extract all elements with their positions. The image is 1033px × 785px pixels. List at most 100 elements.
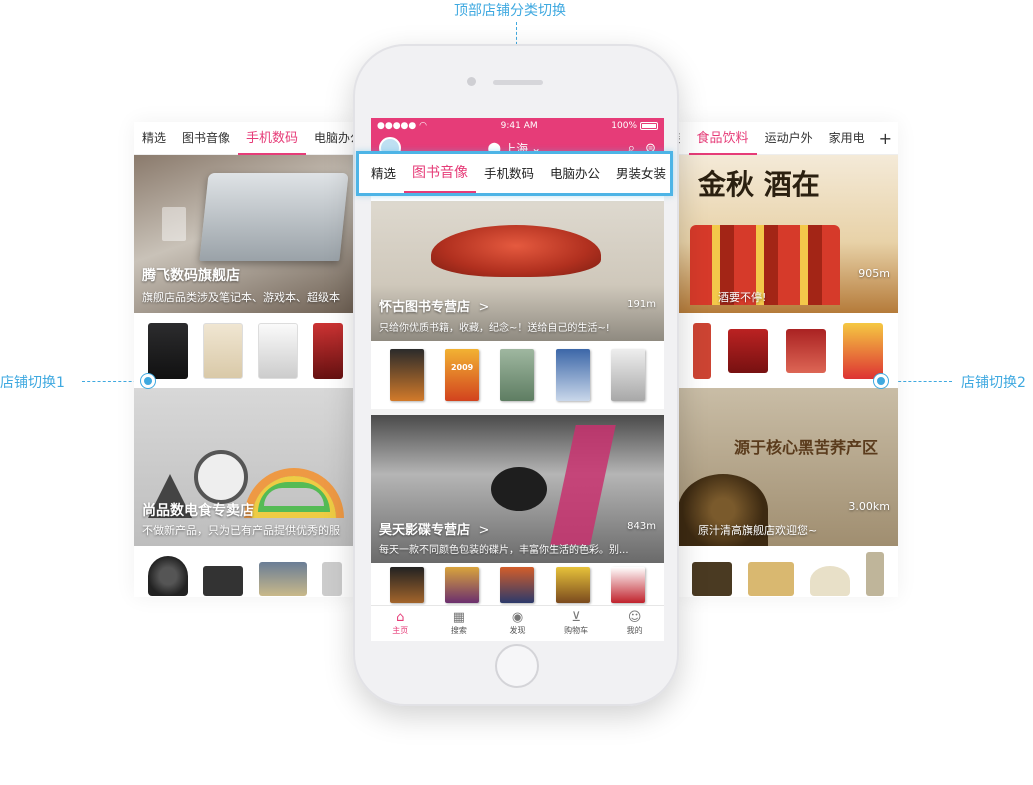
- store-title: 腾飞数码旗舰店: [142, 268, 240, 284]
- product-row-liquor: [678, 313, 898, 388]
- annotation-top-category-switch: 顶部店铺分类切换: [454, 3, 566, 19]
- right-category-tabs: 女装 食品饮料 运动户外 家用电 +: [678, 122, 898, 155]
- top-category-tabs-highlight: 精选 图书音像 手机数码 电脑办公 男装女装: [356, 151, 673, 196]
- signal-icon: ●●●●● ◠: [377, 120, 427, 131]
- store-banner-digital[interactable]: 腾飞数码旗舰店 旗舰店品类涉及笔记本、游戏本、超级本: [134, 155, 356, 313]
- right-store-screen: 女装 食品饮料 运动户外 家用电 + 金秋 酒在 905m 酒要不停! 源于核心…: [678, 122, 898, 597]
- nav-home[interactable]: ⌂ 主页: [371, 606, 430, 641]
- product-row-movies: [371, 563, 664, 603]
- product-thumb[interactable]: [810, 566, 850, 596]
- tab-food-drinks[interactable]: 食品饮料: [688, 122, 757, 155]
- laptop-image: [199, 173, 349, 261]
- product-thumb[interactable]: [500, 567, 535, 603]
- store-banner-appliance[interactable]: 尚品数电食专卖店 不做新产品，只为已有产品提供优秀的服: [134, 388, 356, 546]
- tab-featured[interactable]: 精选: [363, 154, 404, 193]
- phone-screen: ●●●●● ◠ 9:41 AM 100% ⬤ 上海 ⌄ ⌕ ⊜ 怀古图书专营店 …: [371, 118, 664, 641]
- store-subtitle: 原汁清高旗舰店欢迎您~: [698, 524, 818, 537]
- speaker: [493, 80, 543, 85]
- nav-cart[interactable]: ⊻ 购物车: [547, 606, 606, 641]
- annotation-store-switch-1: 店铺切换1: [0, 375, 65, 391]
- tab-featured[interactable]: 精选: [134, 122, 174, 155]
- product-thumb[interactable]: 2009: [445, 349, 480, 401]
- battery-percent: 100%: [611, 120, 637, 131]
- home-button[interactable]: [495, 644, 539, 688]
- tab-womens-clothing[interactable]: 女装: [678, 122, 689, 155]
- store-distance: 191m: [627, 299, 656, 310]
- product-thumb[interactable]: [203, 566, 244, 596]
- left-category-tabs: 精选 图书音像 手机数码 电脑办公: [134, 122, 356, 155]
- tab-menswear-womenswear[interactable]: 男装女装: [608, 154, 674, 193]
- dog-nose-image: [491, 467, 547, 511]
- store-subtitle: 每天一款不同颜色包装的碟片，丰富你生活的色彩。别...: [379, 545, 629, 556]
- store-title: 昊天影碟专营店 >: [379, 523, 490, 538]
- product-thumb[interactable]: [202, 322, 243, 379]
- product-thumb[interactable]: [257, 322, 298, 379]
- product-row-books: 2009: [371, 341, 664, 409]
- product-thumb[interactable]: [500, 349, 535, 401]
- store-subtitle: 只给你优质书籍，收藏，纪念~！送给自己的生活~!: [379, 323, 610, 334]
- product-thumb[interactable]: [555, 567, 590, 603]
- bottom-navigation: ⌂ 主页 ▦ 搜索 ◉ 发现 ⊻ 购物车 ☺ 我的: [371, 605, 664, 641]
- store-banner-books[interactable]: 怀古图书专营店 > 191m 只给你优质书籍，收藏，纪念~！送给自己的生活~!: [371, 201, 664, 341]
- camera: [467, 77, 476, 86]
- store-distance: 843m: [627, 521, 656, 532]
- tab-sports-outdoor[interactable]: 运动户外: [757, 122, 821, 155]
- rainbow-image: [244, 468, 344, 518]
- product-thumb[interactable]: [728, 328, 769, 373]
- product-thumb[interactable]: [785, 328, 826, 373]
- product-thumb[interactable]: [611, 567, 646, 603]
- store-switch-1-dot: [141, 374, 155, 388]
- tab-books-media[interactable]: 图书音像: [174, 122, 238, 155]
- pink-ribbon-image: [550, 425, 616, 545]
- store-banner-liquor[interactable]: 金秋 酒在 905m 酒要不停!: [678, 155, 898, 313]
- add-category-icon[interactable]: +: [873, 122, 898, 155]
- nav-search[interactable]: ▦ 搜索: [430, 606, 489, 641]
- status-time: 9:41 AM: [500, 120, 538, 131]
- store-title: 尚品数电食专卖店: [142, 503, 254, 519]
- store-title: 怀古图书专营店 >: [379, 300, 490, 315]
- product-thumb[interactable]: [555, 349, 590, 401]
- annotation-left-line: [82, 381, 142, 382]
- product-thumb[interactable]: [692, 562, 732, 596]
- product-thumb[interactable]: [748, 562, 794, 596]
- product-row-tea: [678, 546, 898, 596]
- product-thumb[interactable]: [445, 567, 480, 603]
- tab-computers-office[interactable]: 电脑办公: [542, 154, 608, 193]
- chevron-right-icon: >: [478, 523, 490, 538]
- product-thumb[interactable]: [258, 562, 307, 596]
- user-icon: ☺: [627, 610, 642, 625]
- home-icon: ⌂: [396, 610, 405, 625]
- nav-profile[interactable]: ☺ 我的: [605, 606, 664, 641]
- product-thumb[interactable]: [147, 556, 188, 596]
- product-thumb[interactable]: [322, 562, 343, 596]
- tab-books-media[interactable]: 图书音像: [404, 154, 477, 193]
- product-thumb[interactable]: [692, 322, 711, 379]
- store-subtitle: 旗舰店品类涉及笔记本、游戏本、超级本: [142, 291, 340, 304]
- tab-phones-digital[interactable]: 手机数码: [238, 122, 307, 155]
- clock-image: [194, 450, 248, 504]
- grid-icon: ▦: [452, 610, 466, 625]
- nav-discover[interactable]: ◉ 发现: [488, 606, 547, 641]
- store-banner-movies[interactable]: 昊天影碟专营店 > 843m 每天一款不同颜色包装的碟片，丰富你生活的色彩。别.…: [371, 415, 664, 563]
- annotation-store-switch-2: 店铺切换2: [961, 375, 1026, 391]
- product-row-phones: [134, 313, 356, 388]
- tab-computers-office[interactable]: 电脑办公: [306, 122, 356, 155]
- store-distance: 3.00km: [848, 500, 890, 513]
- product-thumb[interactable]: [843, 322, 884, 379]
- store-banner-tea[interactable]: 源于核心黑苦荞产区 3.00km 原汁清高旗舰店欢迎您~: [678, 388, 898, 546]
- product-thumb[interactable]: [866, 552, 884, 596]
- store-subtitle: 酒要不停!: [718, 291, 767, 304]
- product-thumb[interactable]: [389, 349, 424, 401]
- product-thumb[interactable]: [147, 322, 188, 379]
- tab-phones-digital[interactable]: 手机数码: [476, 154, 542, 193]
- product-row-electronics: [134, 546, 356, 596]
- cart-icon: ⊻: [571, 610, 581, 625]
- tab-home-appliance[interactable]: 家用电: [821, 122, 873, 155]
- status-bar: ●●●●● ◠ 9:41 AM 100%: [371, 118, 664, 133]
- product-thumb[interactable]: [312, 322, 343, 379]
- book-lips-image: [431, 225, 601, 277]
- product-thumb[interactable]: [611, 349, 646, 401]
- eye-icon: ◉: [511, 610, 524, 625]
- battery-icon: [640, 121, 658, 130]
- product-thumb[interactable]: [389, 567, 424, 603]
